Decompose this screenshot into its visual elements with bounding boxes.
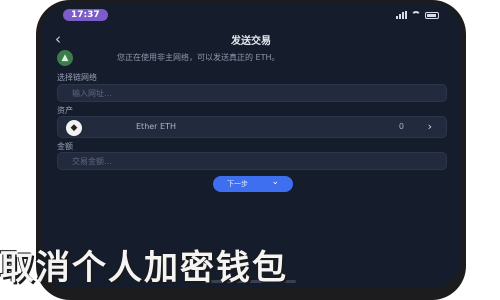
- battery-icon: [425, 11, 439, 19]
- status-time: 17:37: [63, 9, 108, 21]
- asset-name: Ether ETH: [136, 122, 176, 131]
- chevron-down-icon: ⌄: [271, 176, 279, 186]
- asset-amount: 0: [398, 122, 404, 131]
- status-bar: 17:37: [41, 4, 461, 26]
- wifi-icon: [411, 11, 421, 19]
- network-input[interactable]: 输入网址...: [57, 84, 447, 102]
- caption-banner: 取消个人加密钱包: [0, 248, 288, 288]
- amount-placeholder: 交易金额...: [72, 157, 112, 166]
- signal-icon: [396, 11, 407, 19]
- warning-icon: ▲: [57, 50, 73, 66]
- amount-input[interactable]: 交易金额...: [57, 152, 447, 170]
- nav-bar: ‹ 发送交易: [41, 28, 461, 50]
- ethereum-icon: ◆: [66, 120, 82, 136]
- phone-screen: 17:37 ‹ 发送交易 ▲ 您正在使用非主网络，可以发送真正的 ETH。 选择…: [41, 4, 461, 288]
- asset-label: 资产: [57, 106, 73, 115]
- next-button[interactable]: 下一步 ⌄: [213, 176, 293, 192]
- info-text: 您正在使用非主网络，可以发送真正的 ETH。: [117, 53, 280, 62]
- network-placeholder: 输入网址...: [72, 89, 112, 98]
- next-button-label: 下一步: [227, 181, 248, 188]
- network-label: 选择链网络: [57, 73, 97, 82]
- chevron-right-icon: ›: [427, 120, 432, 133]
- status-icons: [396, 11, 439, 19]
- amount-label: 金额: [57, 142, 73, 151]
- page-title: 发送交易: [231, 36, 271, 47]
- info-banner: ▲ 您正在使用非主网络，可以发送真正的 ETH。: [57, 50, 447, 66]
- asset-selector[interactable]: ◆ Ether ETH 0 ›: [57, 116, 447, 138]
